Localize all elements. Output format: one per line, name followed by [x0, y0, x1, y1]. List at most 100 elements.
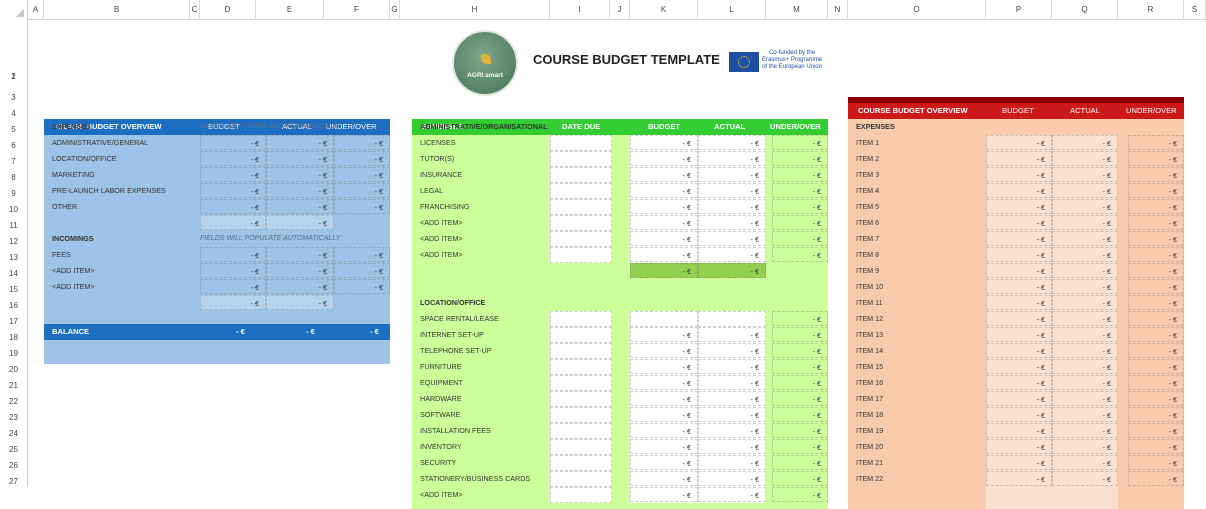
date-due-cell[interactable] — [550, 151, 612, 167]
value-cell[interactable]: - € — [1052, 247, 1118, 262]
value-cell[interactable]: - € — [986, 231, 1052, 246]
value-cell[interactable]: - € — [698, 247, 766, 262]
column-header-s[interactable]: S — [1184, 0, 1206, 20]
value-cell[interactable]: - € — [334, 167, 390, 182]
value-cell[interactable]: - € — [1128, 327, 1184, 342]
value-cell[interactable]: - € — [1128, 391, 1184, 406]
value-cell[interactable]: - € — [698, 199, 766, 214]
value-cell[interactable]: - € — [698, 135, 766, 150]
value-cell[interactable]: - € — [334, 247, 390, 262]
row-header-23[interactable]: 23 — [0, 407, 28, 423]
row-header-2[interactable]: 2 — [0, 66, 28, 82]
row-header-14[interactable]: 14 — [0, 263, 28, 279]
value-cell[interactable]: - € — [334, 135, 390, 150]
value-cell[interactable]: - € — [334, 263, 390, 278]
column-header-k[interactable]: K — [630, 0, 698, 20]
column-header-o[interactable]: O — [848, 0, 986, 20]
column-header-m[interactable]: M — [766, 0, 828, 20]
value-cell[interactable]: - € — [1128, 199, 1184, 214]
value-cell[interactable]: - € — [698, 167, 766, 182]
value-cell[interactable]: - € — [1052, 407, 1118, 422]
row-header-22[interactable]: 22 — [0, 391, 28, 407]
column-header-h[interactable]: H — [400, 0, 550, 20]
value-cell[interactable]: - € — [200, 247, 266, 262]
column-header-e[interactable]: E — [256, 0, 324, 20]
value-cell[interactable]: - € — [772, 375, 828, 390]
value-cell[interactable]: - € — [986, 375, 1052, 390]
value-cell[interactable]: - € — [986, 407, 1052, 422]
value-cell[interactable]: - € — [1128, 295, 1184, 310]
value-cell[interactable]: - € — [630, 343, 698, 358]
value-cell[interactable]: - € — [986, 183, 1052, 198]
date-due-cell[interactable] — [550, 135, 612, 151]
column-header-r[interactable]: R — [1118, 0, 1184, 20]
value-cell[interactable]: - € — [1052, 455, 1118, 470]
value-cell[interactable]: - € — [698, 359, 766, 374]
value-cell[interactable]: - € — [1128, 311, 1184, 326]
date-due-cell[interactable] — [550, 199, 612, 215]
column-header-j[interactable]: J — [610, 0, 630, 20]
date-due-cell[interactable] — [550, 455, 612, 471]
value-cell[interactable]: - € — [630, 423, 698, 438]
value-cell[interactable]: - € — [200, 167, 266, 182]
value-cell[interactable]: - € — [266, 295, 334, 310]
value-cell[interactable]: - € — [1052, 343, 1118, 358]
row-header-13[interactable]: 13 — [0, 247, 28, 263]
value-cell[interactable]: - € — [698, 487, 766, 502]
row-header-12[interactable]: 12 — [0, 231, 28, 247]
value-cell[interactable]: - € — [630, 231, 698, 246]
value-cell[interactable]: - € — [772, 135, 828, 150]
column-header-n[interactable]: N — [828, 0, 848, 20]
value-cell[interactable]: - € — [1052, 311, 1118, 326]
value-cell[interactable]: - € — [1052, 359, 1118, 374]
date-due-cell[interactable] — [550, 327, 612, 343]
row-header-21[interactable]: 21 — [0, 375, 28, 391]
value-cell[interactable]: - € — [1128, 263, 1184, 278]
value-cell[interactable]: - € — [698, 407, 766, 422]
column-header-i[interactable]: I — [550, 0, 610, 20]
value-cell[interactable] — [630, 311, 698, 327]
row-header-3[interactable]: 3 — [0, 82, 28, 103]
value-cell[interactable]: - € — [698, 423, 766, 438]
row-header-10[interactable]: 10 — [0, 199, 28, 215]
value-cell[interactable]: - € — [986, 167, 1052, 182]
date-due-cell[interactable] — [550, 231, 612, 247]
date-due-cell[interactable] — [550, 375, 612, 391]
value-cell[interactable]: - € — [772, 407, 828, 422]
value-cell[interactable]: - € — [986, 279, 1052, 294]
select-all-corner[interactable] — [0, 0, 28, 20]
value-cell[interactable]: - € — [266, 167, 334, 182]
value-cell[interactable]: - € — [200, 295, 266, 310]
value-cell[interactable]: - € — [1052, 423, 1118, 438]
value-cell[interactable]: - € — [698, 471, 766, 486]
value-cell[interactable]: - € — [1128, 135, 1184, 150]
row-header-19[interactable]: 19 — [0, 343, 28, 359]
row-header-4[interactable]: 4 — [0, 103, 28, 119]
value-cell[interactable]: - € — [986, 151, 1052, 166]
row-header-5[interactable]: 5 — [0, 119, 28, 135]
value-cell[interactable]: - € — [1128, 167, 1184, 182]
value-cell[interactable]: - € — [772, 423, 828, 438]
value-cell[interactable]: - € — [772, 183, 828, 198]
value-cell[interactable]: - € — [772, 311, 828, 326]
value-cell[interactable]: - € — [630, 455, 698, 470]
value-cell[interactable]: - € — [334, 151, 390, 166]
date-due-cell[interactable] — [550, 247, 612, 263]
value-cell[interactable]: - € — [772, 343, 828, 358]
value-cell[interactable]: - € — [986, 135, 1052, 150]
value-cell[interactable]: - € — [266, 135, 334, 150]
row-header-11[interactable]: 11 — [0, 215, 28, 231]
value-cell[interactable]: - € — [698, 231, 766, 246]
value-cell[interactable]: - € — [200, 135, 266, 150]
column-header-p[interactable]: P — [986, 0, 1052, 20]
column-header-d[interactable]: D — [200, 0, 256, 20]
value-cell[interactable]: - € — [1052, 263, 1118, 278]
value-cell[interactable]: - € — [200, 183, 266, 198]
value-cell[interactable]: - € — [334, 183, 390, 198]
value-cell[interactable]: - € — [772, 391, 828, 406]
value-cell[interactable]: - € — [630, 247, 698, 262]
value-cell[interactable] — [698, 311, 766, 327]
row-header-27[interactable]: 27 — [0, 471, 28, 487]
value-cell[interactable]: - € — [200, 151, 266, 166]
value-cell[interactable]: - € — [698, 215, 766, 230]
